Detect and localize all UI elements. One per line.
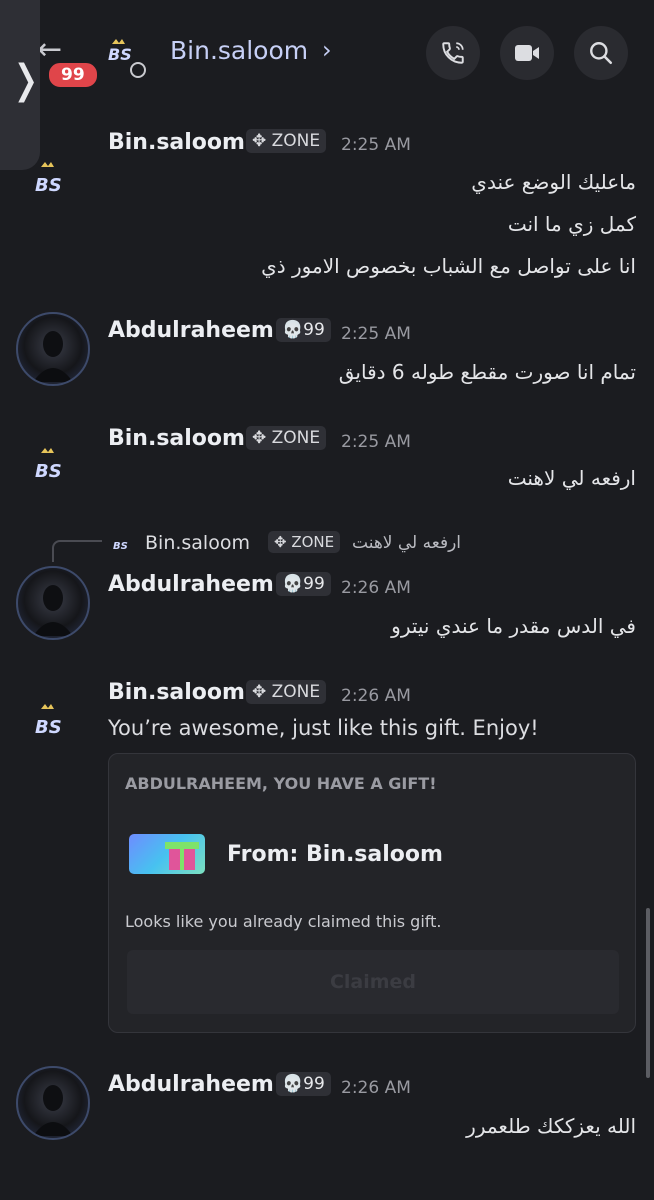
author-name[interactable]: Bin.saloom	[108, 680, 245, 705]
video-button[interactable]	[500, 26, 554, 80]
message-text: انا على تواصل مع الشباب بخصوص الامور ذي	[261, 254, 636, 278]
avatar[interactable]: BS	[16, 142, 90, 216]
reply-avatar-icon: BS	[113, 541, 128, 552]
author-name[interactable]: Bin.saloom	[108, 130, 245, 155]
call-button[interactable]	[426, 26, 480, 80]
message-text: الله يعزككك طلعمرر	[466, 1114, 636, 1138]
author-name[interactable]: Bin.saloom	[108, 426, 245, 451]
gift-status-note: Looks like you already claimed this gift…	[125, 912, 442, 931]
avatar[interactable]: BS	[16, 428, 90, 502]
clan-tag[interactable]: ✥ ZONE	[246, 426, 327, 450]
message-text: في الدس مقدر ما عندي نيترو	[391, 614, 636, 638]
clan-tag[interactable]: 💀99	[276, 572, 331, 596]
message-text: ارفعه لي لاهنت	[507, 466, 636, 490]
clan-tag[interactable]: 💀99	[276, 1072, 331, 1096]
chevron-right-icon[interactable]: ›	[322, 36, 332, 64]
message-item: Abdulraheem 💀99 2:26 AM الله يعزككك طلعم…	[0, 1066, 654, 1156]
gift-box-image	[129, 834, 205, 874]
search-icon	[590, 42, 613, 65]
phone-icon	[442, 42, 464, 64]
reply-clan-tag: ✥ ZONE	[268, 531, 341, 553]
search-button[interactable]	[574, 26, 628, 80]
author-name[interactable]: Abdulraheem	[108, 572, 274, 597]
claimed-button[interactable]: Claimed	[127, 950, 619, 1014]
message-item: BS Bin.saloom ✥ ZONE 2:25 AM ارفعه لي لا…	[0, 420, 654, 510]
avatar[interactable]	[16, 1066, 90, 1140]
timestamp: 2:26 AM	[341, 686, 411, 706]
clan-tag[interactable]: ✥ ZONE	[246, 680, 327, 704]
message-item: Abdulraheem 💀99 2:26 AM في الدس مقدر ما …	[0, 566, 654, 656]
reply-text: ارفعه لي لاهنت	[352, 533, 462, 553]
timestamp: 2:25 AM	[341, 324, 411, 344]
message-text: كمل زي ما انت	[507, 212, 636, 236]
svg-text:BS: BS	[35, 175, 62, 196]
channel-title[interactable]: Bin.saloom	[170, 36, 308, 65]
message-item: Abdulraheem 💀99 2:25 AM تمام انا صورت مق…	[0, 312, 654, 402]
gift-heading: ABDULRAHEEM, YOU HAVE A GIFT!	[125, 774, 437, 793]
svg-text:BS: BS	[113, 541, 128, 552]
gift-embed: ABDULRAHEEM, YOU HAVE A GIFT! From: Bin.…	[108, 753, 636, 1033]
timestamp: 2:25 AM	[341, 135, 411, 155]
message-text: ماعليك الوضع عندي	[471, 170, 636, 194]
avatar[interactable]	[16, 566, 90, 640]
chat-header: ← BS 99 Bin.saloom ›	[0, 0, 654, 110]
header-avatar[interactable]: BS	[100, 32, 146, 78]
gift-sender: From: Bin.saloom	[227, 842, 443, 867]
timestamp: 2:25 AM	[341, 432, 411, 452]
avatar[interactable]: BS	[16, 684, 90, 758]
video-icon	[515, 45, 539, 61]
clan-tag[interactable]: 💀99	[276, 318, 331, 342]
scrollbar[interactable]	[646, 908, 650, 1078]
message-item: BS Bin.saloom ✥ ZONE 2:26 AM You’re awes…	[0, 674, 654, 754]
message-text: You’re awesome, just like this gift. Enj…	[108, 716, 539, 740]
reply-author: Bin.saloom	[145, 532, 250, 554]
message-item: BS Bin.saloom ✥ ZONE 2:25 AM ماعليك الوض…	[0, 120, 654, 290]
author-name[interactable]: Abdulraheem	[108, 1072, 274, 1097]
unread-badge: 99	[46, 60, 100, 90]
timestamp: 2:26 AM	[341, 1078, 411, 1098]
clan-tag[interactable]: ✥ ZONE	[246, 129, 327, 153]
timestamp: 2:26 AM	[341, 578, 411, 598]
message-text: تمام انا صورت مقطع طوله 6 دقايق	[338, 360, 636, 384]
svg-text:BS: BS	[35, 717, 62, 738]
avatar[interactable]	[16, 312, 90, 386]
svg-text:BS: BS	[108, 45, 132, 64]
side-tab-chevron-icon: ❭	[9, 57, 43, 103]
reply-reference[interactable]: BS Bin.saloom ✥ ZONE ارفعه لي لاهنت	[0, 530, 654, 560]
author-name[interactable]: Abdulraheem	[108, 318, 274, 343]
svg-text:BS: BS	[35, 461, 62, 482]
